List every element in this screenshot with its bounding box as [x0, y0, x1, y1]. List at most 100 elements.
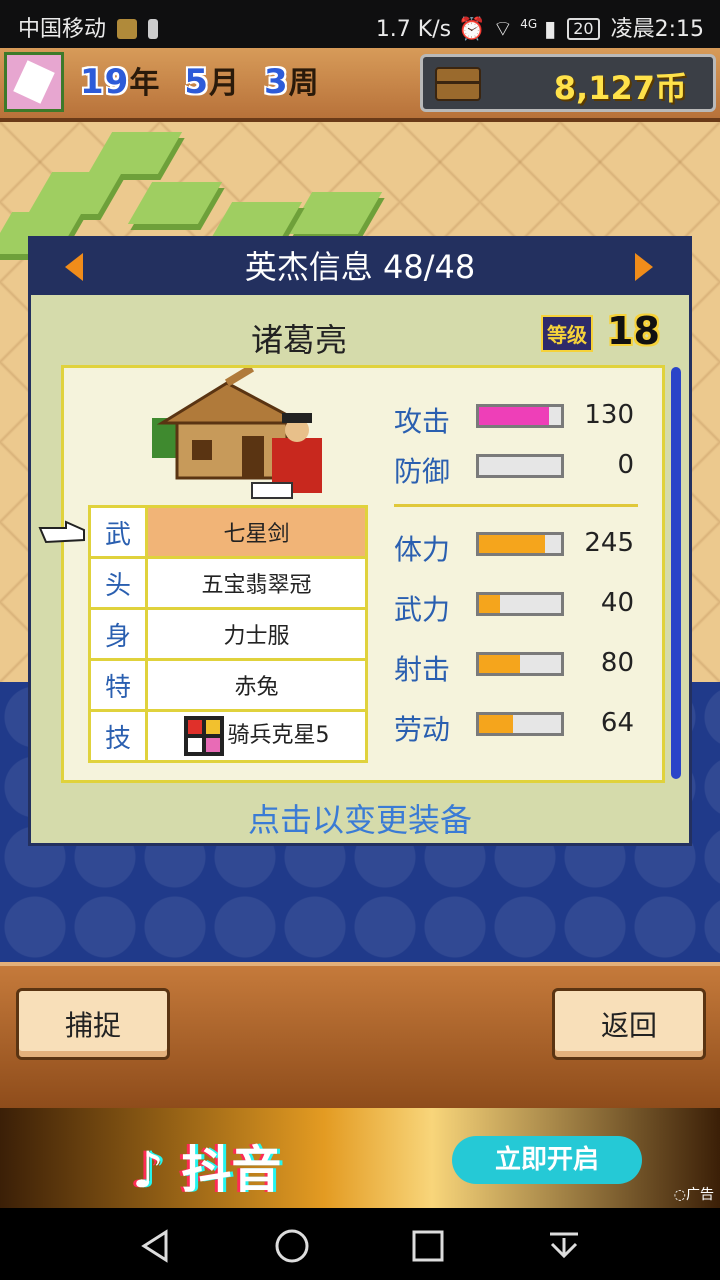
equip-item[interactable]: 五宝翡翠冠 — [145, 556, 368, 610]
stat-bar — [476, 712, 564, 736]
tiktok-note-icon: ♪ — [132, 1141, 164, 1199]
equip-slot-label: 身 — [88, 607, 148, 661]
wifi-icon: ⌔ — [492, 17, 514, 42]
ad-brand-text: 抖音 — [181, 1141, 282, 1199]
ad-brand: ♪ 抖音 — [132, 1130, 281, 1202]
stat-row: 武力 40 — [394, 586, 664, 626]
battery-level: 20 — [573, 19, 594, 38]
stat-value: 80 — [600, 648, 634, 678]
stat-label: 体力 — [394, 533, 451, 566]
stat-row: 劳动 64 — [394, 706, 664, 746]
hero-info-panel: 英杰信息 48/48 诸葛亮 等级 18 武 七星剑 头 五宝翡翠冠 身 力士服… — [28, 236, 692, 846]
skill-icon — [183, 716, 224, 756]
coin-display: 8,127币 — [420, 54, 716, 112]
clock: 凌晨2:15 — [610, 17, 704, 42]
scrollbar[interactable] — [671, 367, 681, 779]
equip-slot-label: 头 — [88, 556, 148, 610]
treasure-chest-icon — [435, 67, 481, 101]
stats-divider — [394, 504, 638, 507]
notification-pulldown-icon[interactable] — [544, 1226, 584, 1266]
back-button[interactable]: 返回 — [552, 988, 706, 1060]
map-hill — [287, 192, 383, 234]
capture-button[interactable]: 捕捉 — [16, 988, 170, 1060]
net-speed: 1.7 K/s — [375, 17, 452, 42]
carrier-label: 中国移动 — [18, 17, 107, 42]
pointing-hand-icon — [38, 520, 85, 544]
stat-value: 40 — [600, 588, 634, 618]
equip-slot-label: 特 — [88, 658, 148, 712]
sim-icon — [148, 19, 159, 39]
alarm-icon: ⏰ — [458, 17, 486, 42]
map-hill — [127, 182, 223, 224]
stat-value: 130 — [584, 400, 634, 430]
battery-icon: 20 — [567, 18, 600, 40]
year-value: 19 — [80, 62, 130, 102]
stat-bar — [476, 652, 564, 676]
stat-label: 射击 — [394, 653, 451, 686]
equip-item-label: 骑兵克星5 — [227, 723, 330, 748]
stat-bar-fill — [479, 595, 500, 613]
change-equipment-hint[interactable]: 点击以变更装备 — [31, 795, 689, 841]
status-right: 1.7 K/s ⏰ ⌔ 4G ▮ 20 凌晨2:15 — [376, 11, 704, 43]
hero-name: 诸葛亮 — [251, 321, 348, 359]
stat-row: 攻击 130 — [394, 398, 664, 438]
prev-hero-arrow-icon[interactable] — [65, 253, 83, 281]
stat-bar-fill — [479, 655, 520, 673]
equip-item-skill[interactable]: 骑兵克星5 — [145, 709, 368, 763]
coin-amount: 8,127币 — [553, 69, 687, 107]
recents-square-icon[interactable] — [408, 1226, 448, 1266]
stat-row: 防御 0 — [394, 448, 664, 488]
stat-label: 劳动 — [394, 713, 451, 746]
stat-bar-fill — [479, 535, 545, 553]
ad-banner[interactable]: ♪ 抖音 立即开启 ◌广告 — [0, 1108, 720, 1208]
equip-item[interactable]: 力士服 — [145, 607, 368, 661]
back-triangle-icon[interactable] — [136, 1226, 176, 1266]
system-nav-bar — [0, 1208, 720, 1280]
equip-slot-label: 技 — [88, 709, 148, 763]
ad-cta-button[interactable]: 立即开启 — [452, 1136, 642, 1184]
level-value: 18 — [607, 309, 660, 353]
stat-bar — [476, 592, 564, 616]
equip-row-weapon[interactable]: 武 七星剑 — [88, 505, 368, 559]
stat-bar-fill — [479, 407, 549, 425]
equip-row-head[interactable]: 头 五宝翡翠冠 — [88, 556, 368, 610]
panel-header: 英杰信息 48/48 — [31, 239, 689, 295]
equipment-table: 武 七星剑 头 五宝翡翠冠 身 力士服 特 赤兔 技 骑兵克星5 — [88, 505, 368, 763]
week-value: 3 — [264, 62, 289, 102]
stat-value: 0 — [617, 450, 634, 480]
stat-value: 245 — [584, 528, 634, 558]
stat-label: 武力 — [394, 593, 451, 626]
player-avatar[interactable] — [4, 52, 64, 112]
equip-item[interactable]: 七星剑 — [145, 505, 368, 559]
stat-label: 防御 — [394, 455, 451, 488]
status-left: 中国移动 — [18, 11, 159, 43]
equip-item[interactable]: 赤兔 — [145, 658, 368, 712]
next-hero-arrow-icon[interactable] — [635, 253, 653, 281]
network-type: 4G — [520, 17, 538, 31]
equip-row-special[interactable]: 特 赤兔 — [88, 658, 368, 712]
bottom-bar: 捕捉 返回 — [0, 962, 720, 1112]
week-unit: 周 — [288, 66, 320, 101]
stat-bar — [476, 404, 564, 428]
stat-row: 体力 245 — [394, 526, 664, 566]
map-hill — [27, 172, 123, 214]
ad-info-icon: ◌ — [673, 1187, 686, 1203]
equip-row-skill[interactable]: 技 骑兵克星5 — [88, 709, 368, 763]
game-date: 19年 5月 3周 — [80, 58, 344, 102]
month-value: 5 — [184, 62, 209, 102]
ad-tag-label: 广告 — [686, 1187, 714, 1203]
equip-slot-label: 武 — [88, 505, 148, 559]
level-label: 等级 — [541, 315, 593, 352]
map-hill — [87, 132, 183, 174]
hero-house-sprite — [152, 368, 322, 499]
game-top-bar: 19年 5月 3周 8,127币 — [0, 48, 720, 122]
stat-value: 64 — [600, 708, 634, 738]
signal-icon: ▮ — [544, 17, 557, 42]
panel-title: 英杰信息 48/48 — [244, 248, 476, 286]
home-circle-icon[interactable] — [272, 1226, 312, 1266]
month-unit: 月 — [209, 66, 240, 101]
equip-row-body[interactable]: 身 力士服 — [88, 607, 368, 661]
status-bar: 中国移动 1.7 K/s ⏰ ⌔ 4G ▮ 20 凌晨2:15 — [0, 0, 720, 48]
stat-bar-fill — [479, 715, 514, 733]
app-notification-icon — [117, 19, 138, 39]
